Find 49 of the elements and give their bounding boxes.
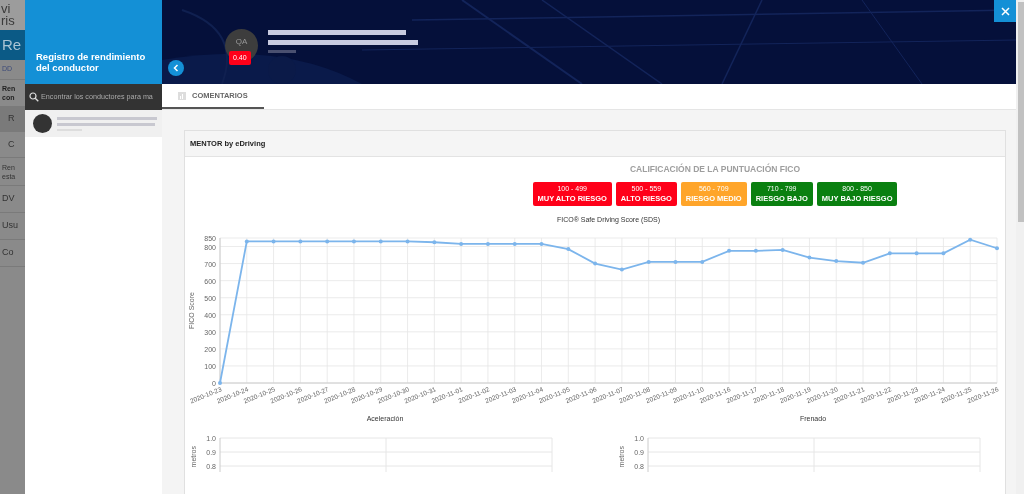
avatar-initials: QA xyxy=(235,36,248,48)
data-point xyxy=(941,251,946,256)
data-point xyxy=(914,251,919,256)
app-title: ris xyxy=(1,15,16,27)
data-point xyxy=(834,258,839,263)
data-point xyxy=(325,239,330,244)
app-title: vi xyxy=(1,3,12,15)
driver-row[interactable] xyxy=(25,110,162,137)
data-point xyxy=(807,255,812,260)
data-point xyxy=(646,259,651,264)
data-point xyxy=(485,241,490,246)
data-point xyxy=(619,267,624,272)
data-point xyxy=(298,239,303,244)
data-point xyxy=(887,251,892,256)
data-point xyxy=(432,240,437,244)
bar-chart-icon xyxy=(178,91,186,100)
menu-item[interactable]: DV xyxy=(2,192,15,206)
drawer-title: Registro de rendimiento del conductor xyxy=(36,51,147,73)
data-point xyxy=(727,248,732,253)
data-point xyxy=(244,239,249,244)
data-point xyxy=(351,239,356,244)
chevron-left-icon xyxy=(173,64,179,72)
data-point xyxy=(218,380,222,385)
menu-item[interactable]: Usu xyxy=(2,219,18,233)
page-heading: Re xyxy=(2,34,22,55)
data-point xyxy=(539,241,544,246)
data-point xyxy=(405,239,410,244)
data-point xyxy=(780,247,785,252)
data-point xyxy=(968,237,973,242)
data-point xyxy=(861,260,866,265)
data-point xyxy=(271,239,276,244)
close-icon xyxy=(1000,6,1010,16)
menu-item[interactable]: Co xyxy=(2,246,14,260)
menu-item[interactable]: C xyxy=(8,137,15,152)
data-point xyxy=(673,259,678,264)
menu-item[interactable]: R xyxy=(8,112,15,126)
close-button[interactable] xyxy=(994,0,1016,22)
legend-title: CALIFICACIÓN DE LA PUNTUACIÓN FICO xyxy=(629,163,801,176)
data-point xyxy=(700,259,705,264)
scrollbar[interactable] xyxy=(1016,0,1024,494)
data-point xyxy=(566,246,571,251)
data-point xyxy=(995,246,999,250)
data-point xyxy=(459,241,464,246)
data-point xyxy=(593,261,598,266)
data-point xyxy=(753,248,758,253)
search-icon xyxy=(29,92,39,102)
data-point xyxy=(512,241,517,246)
data-point xyxy=(378,239,383,244)
avatar xyxy=(33,114,52,133)
